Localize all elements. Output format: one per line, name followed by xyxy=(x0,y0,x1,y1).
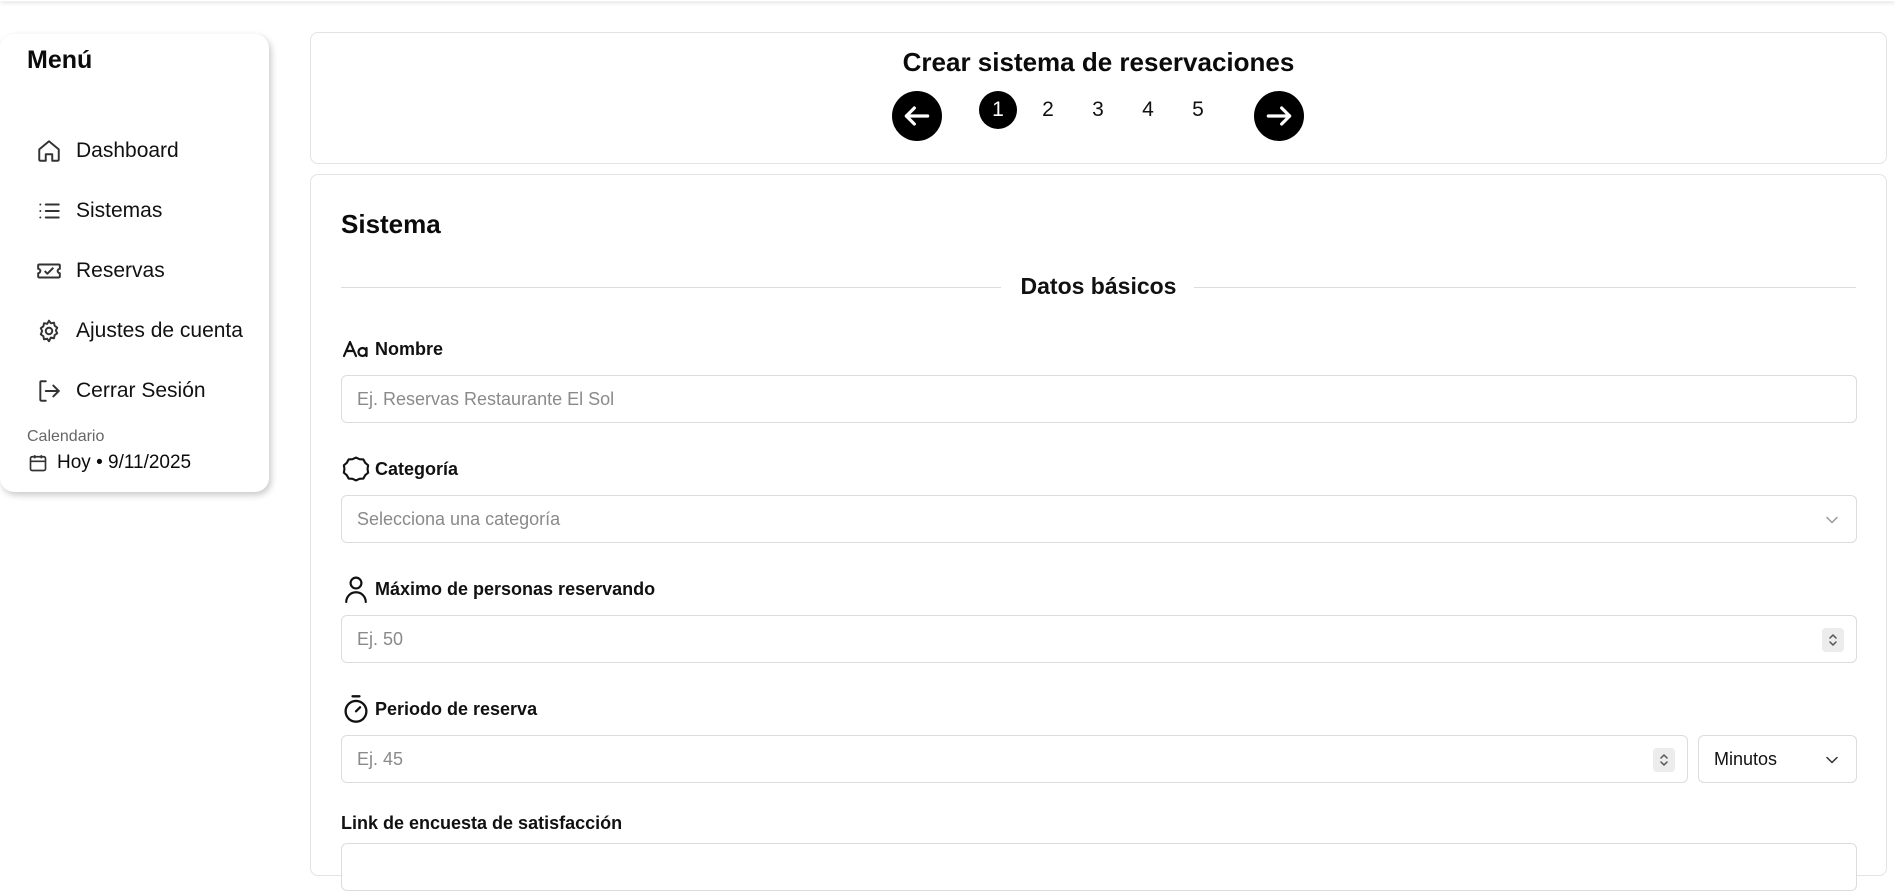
chevron-down-icon xyxy=(1826,756,1838,764)
step-4[interactable]: 4 xyxy=(1129,91,1167,129)
sidebar-menu: Menú Dashboard Sistemas Reservas Ajustes… xyxy=(0,34,269,492)
nombre-field-container xyxy=(341,375,1857,423)
sidebar-item-label: Dashboard xyxy=(76,139,179,162)
number-stepper[interactable] xyxy=(1653,748,1675,772)
periodo-field-container xyxy=(341,735,1688,783)
sidebar-item-ajustes[interactable]: Ajustes de cuenta xyxy=(34,311,243,351)
calendar-today[interactable]: Hoy • 9/11/2025 xyxy=(27,452,191,474)
periodo-unit-value: Minutos xyxy=(1714,749,1778,769)
sidebar-item-dashboard[interactable]: Dashboard xyxy=(34,131,179,171)
step-5[interactable]: 5 xyxy=(1179,91,1217,129)
nombre-input[interactable] xyxy=(342,376,1856,422)
encuesta-label: Link de encuesta de satisfacción xyxy=(341,813,623,833)
wizard-header: Crear sistema de reservaciones 1 2 3 4 5 xyxy=(310,32,1887,164)
text-format-icon xyxy=(341,334,371,364)
user-icon xyxy=(341,574,371,604)
categoria-select[interactable]: Selecciona una categoría xyxy=(341,495,1857,543)
encuesta-input[interactable] xyxy=(342,844,1856,890)
chevron-down-icon xyxy=(1826,516,1838,524)
encuesta-field-container xyxy=(341,843,1857,891)
sidebar-item-label: Sistemas xyxy=(76,199,163,222)
top-bar-edge xyxy=(0,0,1895,1)
sidebar-item-label: Cerrar Sesión xyxy=(76,379,206,402)
step-1[interactable]: 1 xyxy=(979,91,1017,129)
next-step-button[interactable] xyxy=(1254,91,1304,141)
timer-icon xyxy=(341,694,371,724)
page-title: Crear sistema de reservaciones xyxy=(902,47,1295,77)
categoria-label: Categoría xyxy=(341,454,458,484)
prev-step-button[interactable] xyxy=(892,91,942,141)
max-personas-field-container xyxy=(341,615,1857,663)
step-3[interactable]: 3 xyxy=(1079,91,1117,129)
sidebar-item-cerrar-sesion[interactable]: Cerrar Sesión xyxy=(34,371,206,411)
nombre-label: Nombre xyxy=(341,334,443,364)
sidebar-item-label: Reservas xyxy=(76,259,165,282)
gear-icon xyxy=(34,316,64,346)
arrow-left-icon xyxy=(904,106,930,126)
periodo-unit-select[interactable]: Minutos xyxy=(1698,735,1857,783)
calendar-icon xyxy=(27,452,49,474)
stepper-arrows-icon xyxy=(1829,634,1837,646)
categoria-select-value: Selecciona una categoría xyxy=(357,509,561,529)
sidebar-item-label: Ajustes de cuenta xyxy=(76,319,243,342)
periodo-label: Periodo de reserva xyxy=(341,694,537,724)
calendar-today-text: Hoy • 9/11/2025 xyxy=(57,452,192,473)
arrow-right-icon xyxy=(1266,106,1292,126)
stepper-arrows-icon xyxy=(1660,754,1668,766)
section-title: Sistema xyxy=(341,209,441,239)
sidebar-title: Menú xyxy=(27,46,93,74)
step-2[interactable]: 2 xyxy=(1029,91,1067,129)
max-personas-input[interactable] xyxy=(342,616,1856,662)
sidebar-item-sistemas[interactable]: Sistemas xyxy=(34,191,162,231)
periodo-input[interactable] xyxy=(342,736,1687,782)
divider-line-right xyxy=(1194,287,1856,288)
form-card: Sistema Datos básicos Nombre Categoría S… xyxy=(310,174,1887,891)
number-stepper[interactable] xyxy=(1822,628,1844,652)
home-icon xyxy=(34,136,64,166)
calendar-label: Calendario xyxy=(27,428,105,445)
badge-icon xyxy=(341,454,371,484)
logout-icon xyxy=(34,376,64,406)
ticket-icon xyxy=(34,256,64,286)
sidebar-item-reservas[interactable]: Reservas xyxy=(34,251,165,291)
list-icon xyxy=(34,196,64,226)
max-personas-label: Máximo de personas reservando xyxy=(341,574,655,604)
